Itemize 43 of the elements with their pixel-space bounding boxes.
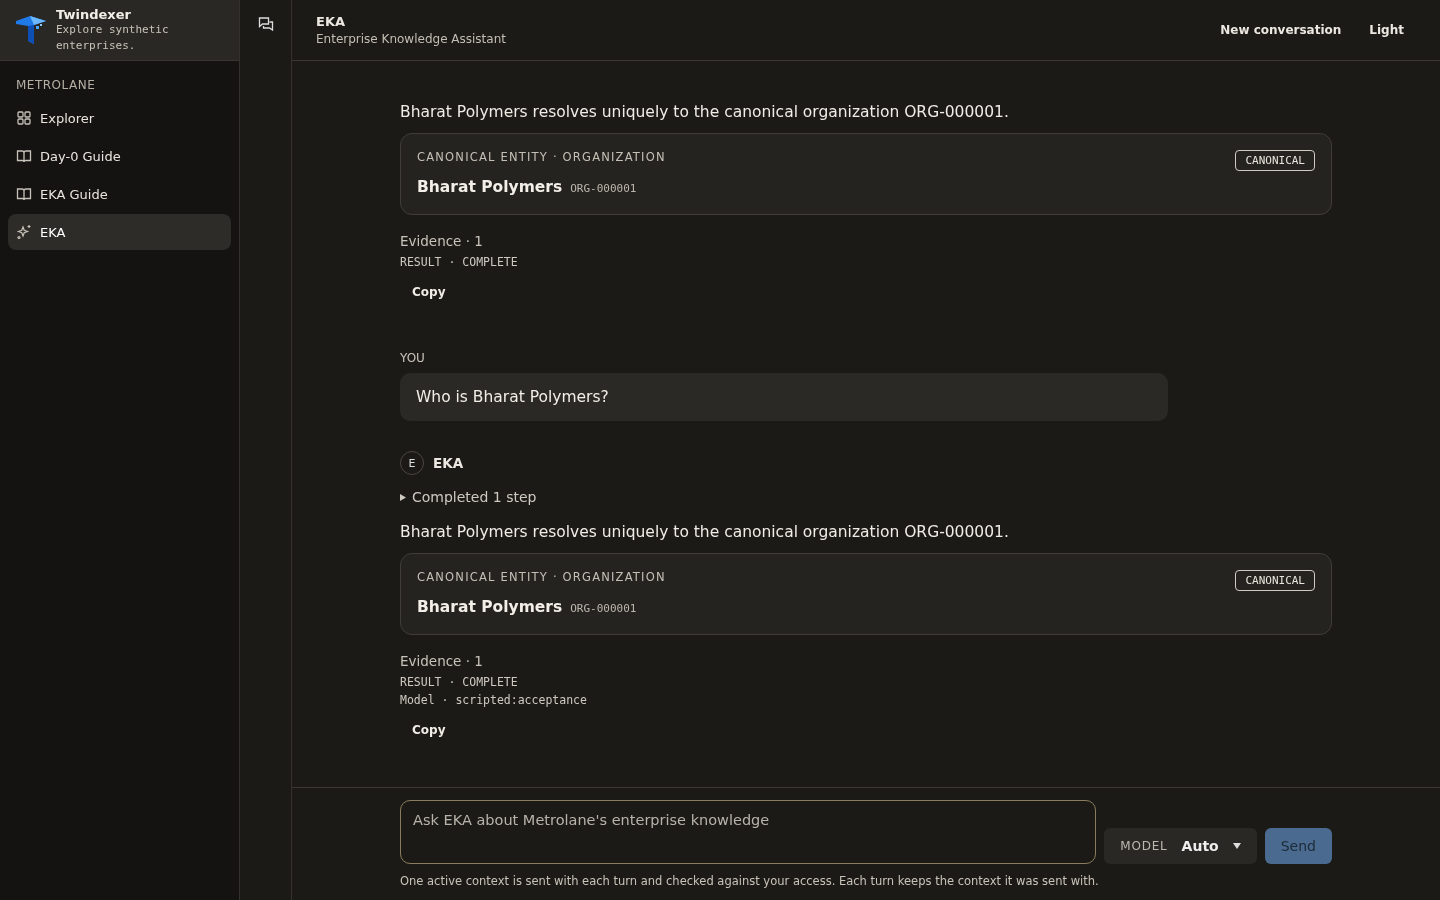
section-label: METROLANE <box>15 77 97 94</box>
meta-line: RESULT · COMPLETE <box>400 675 518 689</box>
sidebar-item[interactable]: Day-0 Guide <box>8 138 231 174</box>
evidence-label: Evidence · 1 <box>400 233 483 249</box>
sidebar-item[interactable]: Explorer <box>8 100 231 136</box>
entity-type: CANONICAL ENTITY · ORGANIZATION <box>417 570 666 584</box>
author-name: EKA <box>433 455 464 471</box>
role-label: YOU <box>400 351 426 365</box>
book-icon <box>16 186 32 202</box>
entity-id: ORG-000001 <box>570 602 637 615</box>
sidebar-item[interactable]: EKA <box>8 214 231 250</box>
page-subtitle: Enterprise Knowledge Assistant <box>316 32 506 46</box>
copy-button[interactable]: Copy <box>400 279 458 305</box>
context-note: One active context is sent with each turn and checked against your access. Each turn keeps the context it was sent with. <box>400 874 1100 888</box>
header-link[interactable]: Light <box>1369 23 1404 37</box>
entity-name: Bharat Polymers <box>417 598 563 616</box>
caret-icon <box>1232 843 1241 849</box>
book-icon <box>16 148 32 164</box>
answer-text: Bharat Polymers resolves uniquely to the canonical organization ORG-000001. <box>400 103 1009 121</box>
brand-tagline: Explore synthetic enterprises. <box>56 21 170 54</box>
user-message: Who is Bharat Polymers? <box>400 373 1168 421</box>
entity-id: ORG-000001 <box>570 182 637 195</box>
sidebar-item[interactable]: EKA Guide <box>8 176 231 212</box>
logo-icon <box>14 13 48 47</box>
meta-line: RESULT · COMPLETE <box>400 255 518 269</box>
steps-toggle[interactable]: Completed 1 step <box>400 489 537 505</box>
grid-icon <box>16 110 32 126</box>
copy-button[interactable]: Copy <box>400 717 458 743</box>
answer-text: Bharat Polymers resolves uniquely to the canonical organization ORG-000001. <box>400 523 1009 541</box>
brand-name: Twindexer <box>56 6 132 22</box>
page-title: EKA <box>316 14 346 29</box>
message-input[interactable]: Ask EKA about Metrolane's enterprise knowledge <box>400 800 1097 864</box>
entity-name: Bharat Polymers <box>417 178 563 196</box>
model-select[interactable]: MODEL Auto <box>1104 828 1257 864</box>
evidence-label: Evidence · 1 <box>400 653 483 669</box>
sparkle-icon <box>16 224 32 240</box>
entity-type: CANONICAL ENTITY · ORGANIZATION <box>417 150 666 164</box>
header-link[interactable]: New conversation <box>1220 23 1342 37</box>
triangle-icon <box>400 493 406 501</box>
meta-line: Model · scripted:acceptance <box>400 693 587 707</box>
canonical-badge: CANONICAL <box>1235 570 1315 591</box>
chat-icon[interactable] <box>257 16 274 32</box>
canonical-badge: CANONICAL <box>1235 150 1315 171</box>
